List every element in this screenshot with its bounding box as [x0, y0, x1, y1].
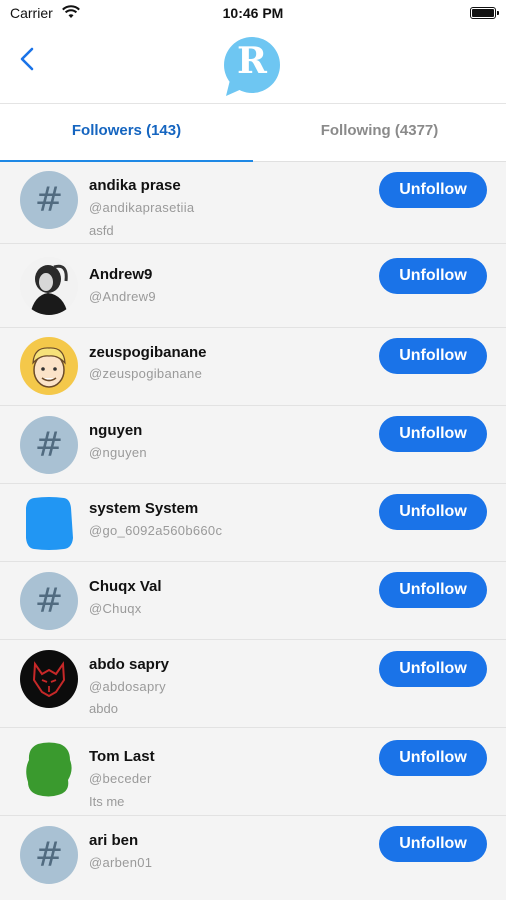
user-handle: @Chuqx: [89, 601, 142, 616]
cartoon-face-icon: [20, 337, 78, 395]
unfollow-button[interactable]: Unfollow: [379, 416, 487, 452]
list-item: abdo sapry @abdosapry abdo Unfollow: [0, 640, 506, 728]
user-name: nguyen: [89, 422, 143, 439]
user-handle: @abdosapry: [89, 679, 166, 694]
hashtag-icon: #: [34, 835, 64, 875]
hashtag-icon: #: [34, 180, 64, 220]
follower-list: # andika prase @andikaprasetiia asfd Unf…: [0, 162, 506, 900]
unfollow-button[interactable]: Unfollow: [379, 572, 487, 608]
tab-following[interactable]: Following (4377): [253, 104, 506, 162]
hashtag-icon: #: [34, 581, 64, 621]
hashtag-icon: #: [34, 425, 64, 465]
user-handle: @Andrew9: [89, 289, 156, 304]
unfollow-button[interactable]: Unfollow: [379, 494, 487, 530]
list-item: Tom Last @beceder Its me Unfollow: [0, 728, 506, 816]
list-item: Andrew9 @Andrew9 Unfollow: [0, 244, 506, 328]
user-handle: @arben01: [89, 855, 153, 870]
unfollow-button[interactable]: Unfollow: [379, 172, 487, 208]
user-name: Tom Last: [89, 748, 155, 765]
battery-icon: [470, 7, 499, 19]
user-handle: @zeuspogibanane: [89, 366, 203, 381]
green-blob-icon: [26, 742, 72, 797]
user-handle: @nguyen: [89, 445, 147, 460]
red-wolf-icon: [20, 650, 78, 708]
list-item: # andika prase @andikaprasetiia asfd Unf…: [0, 162, 506, 244]
cartoon-avatar: [20, 337, 78, 395]
blue-square-icon: [26, 497, 73, 550]
navigation-bar: R: [0, 26, 506, 104]
app-logo: R: [222, 36, 282, 98]
tab-followers[interactable]: Followers (143): [0, 104, 253, 162]
list-item: # nguyen @nguyen Unfollow: [0, 406, 506, 484]
user-bio: Its me: [89, 794, 125, 809]
unfollow-button[interactable]: Unfollow: [379, 740, 487, 776]
unfollow-button[interactable]: Unfollow: [379, 826, 487, 862]
back-button[interactable]: [14, 44, 42, 74]
hashtag-avatar: #: [20, 171, 78, 229]
user-handle: @go_6092a560b660c: [89, 523, 223, 538]
list-item: zeuspogibanane @zeuspogibanane Unfollow: [0, 328, 506, 406]
user-bio: asfd: [89, 223, 114, 238]
list-item: # Chuqx Val @Chuqx Unfollow: [0, 562, 506, 640]
chevron-left-icon: [20, 47, 34, 71]
user-name: abdo sapry: [89, 656, 170, 673]
user-name: andika prase: [89, 177, 181, 194]
blue-avatar: [20, 494, 78, 552]
unfollow-button[interactable]: Unfollow: [379, 651, 487, 687]
status-bar: Carrier 10:46 PM: [0, 0, 506, 26]
hashtag-avatar: #: [20, 826, 78, 884]
user-bio: abdo: [89, 701, 118, 716]
user-name: zeuspogibanane: [89, 344, 207, 361]
user-name: ari ben: [89, 832, 139, 849]
list-item: system System @go_6092a560b660c Unfollow: [0, 484, 506, 562]
person-photo-icon: [20, 257, 78, 315]
tab-bar: Followers (143) Following (4377): [0, 104, 506, 162]
green-avatar: [20, 740, 78, 798]
wolf-avatar: [20, 650, 78, 708]
user-handle: @beceder: [89, 771, 152, 786]
user-name: Chuqx Val: [89, 578, 162, 595]
photo-avatar: [20, 257, 78, 315]
user-name: Andrew9: [89, 266, 153, 283]
hashtag-avatar: #: [20, 416, 78, 474]
logo-letter: R: [237, 40, 267, 82]
list-item: # ari ben @arben01 Unfollow: [0, 816, 506, 900]
status-time: 10:46 PM: [222, 5, 284, 21]
user-name: system System: [89, 500, 199, 517]
unfollow-button[interactable]: Unfollow: [379, 338, 487, 374]
user-handle: @andikaprasetiia: [89, 200, 195, 215]
hashtag-avatar: #: [20, 572, 78, 630]
unfollow-button[interactable]: Unfollow: [379, 258, 487, 294]
